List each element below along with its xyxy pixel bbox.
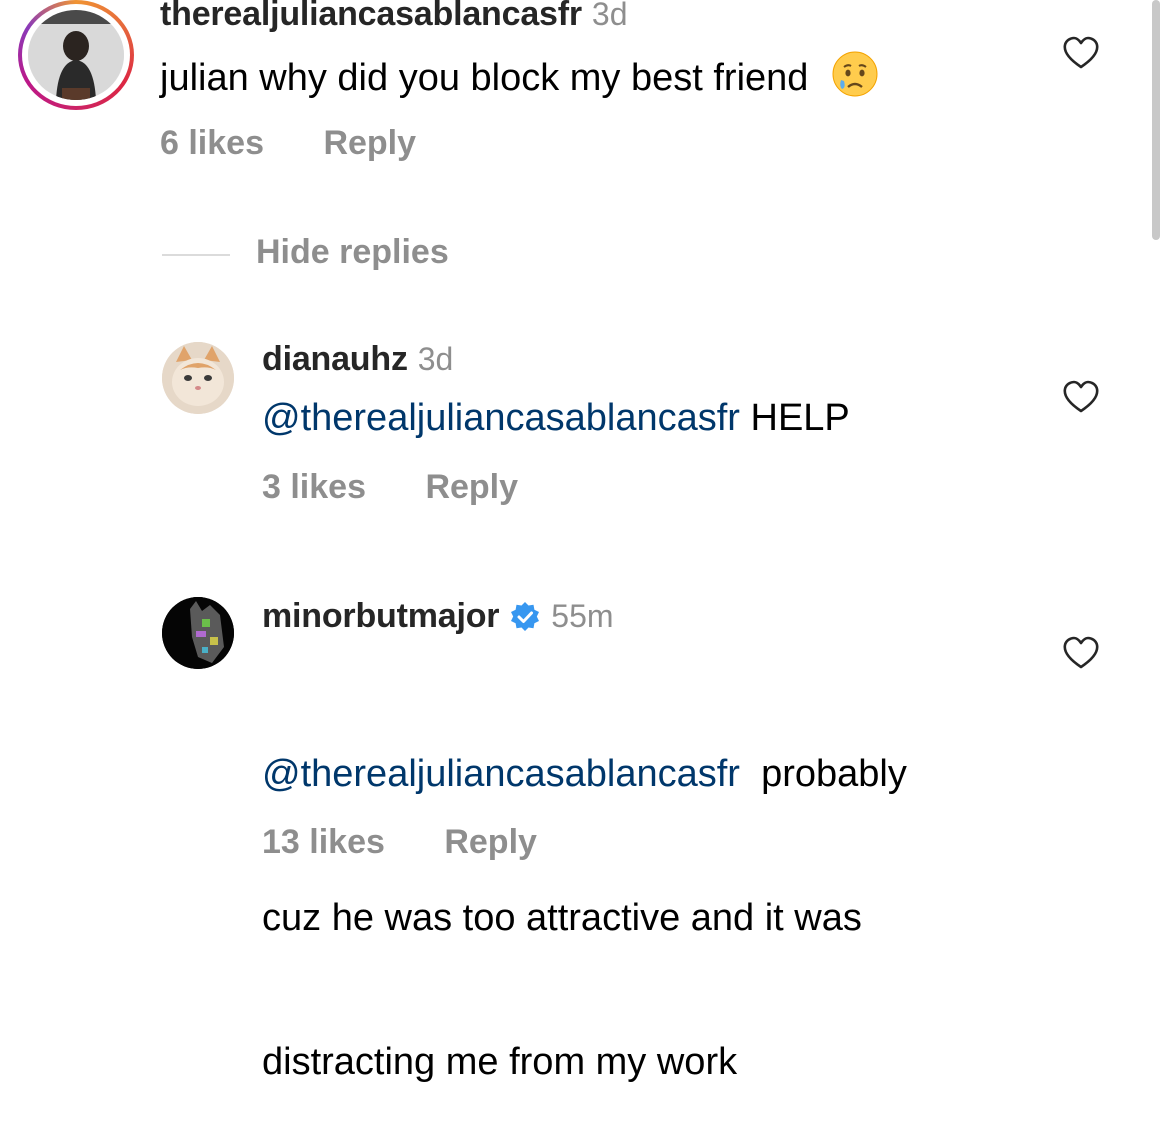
heart-outline-icon[interactable]: [1062, 380, 1100, 414]
reply-text-line1: probably: [739, 753, 907, 795]
reply-likes-count[interactable]: 3 likes: [262, 468, 366, 506]
reply-likes-count[interactable]: 13 likes: [262, 823, 385, 861]
comment-avatar-ring[interactable]: [18, 0, 134, 110]
reply-username[interactable]: dianauhz: [262, 340, 408, 378]
heart-outline-icon[interactable]: [1062, 636, 1100, 670]
reply-reply-button[interactable]: Reply: [444, 823, 537, 861]
comment-body: julian why did you block my best friend: [160, 50, 879, 110]
comment-username[interactable]: therealjuliancasablancasfr: [160, 0, 582, 33]
hide-replies-button[interactable]: Hide replies: [256, 233, 449, 272]
reply-meta: 13 likes Reply: [262, 823, 537, 862]
reply-username[interactable]: minorbutmajor: [262, 597, 499, 636]
reply-mention[interactable]: @therealjuliancasablancasfr: [262, 753, 740, 795]
reply-reply-button[interactable]: Reply: [425, 468, 518, 506]
reply-body: @therealjuliancasablancasfr HELP: [262, 394, 850, 442]
hide-replies-divider: [162, 254, 230, 256]
comment-meta: 6 likes Reply: [160, 124, 416, 163]
reply-header: minorbutmajor 55m: [262, 597, 614, 636]
reply-avatar-dianauhz[interactable]: [162, 342, 234, 414]
reply-time: 3d: [417, 341, 454, 377]
comment-reply-button[interactable]: Reply: [323, 124, 416, 162]
reply-text-line2: cuz he was too attractive and it was: [262, 897, 862, 939]
reply-body: @therealjuliancasablancasfr probably cuz…: [262, 654, 907, 1134]
verified-badge-icon: [509, 601, 541, 633]
reply-time: 55m: [551, 598, 614, 634]
comment-time: 3d: [591, 0, 628, 32]
reply-meta: 3 likes Reply: [262, 468, 518, 507]
reply-header: dianauhz 3d: [262, 340, 453, 379]
reply-avatar-minorbutmajor[interactable]: [162, 597, 234, 669]
scrollbar[interactable]: [1152, 0, 1160, 240]
crying-face-emoji-icon: [831, 50, 879, 110]
comment-text: julian why did you block my best friend: [160, 57, 809, 100]
commenter-avatar: [28, 10, 124, 100]
reply-text: HELP: [739, 397, 850, 439]
reply-mention[interactable]: @therealjuliancasablancasfr: [262, 397, 740, 439]
heart-outline-icon[interactable]: [1062, 36, 1100, 70]
reply-text-line3: distracting me from my work: [262, 1041, 738, 1083]
comment-likes-count[interactable]: 6 likes: [160, 124, 264, 162]
comment-header: therealjuliancasablancasfr 3d: [160, 0, 628, 34]
